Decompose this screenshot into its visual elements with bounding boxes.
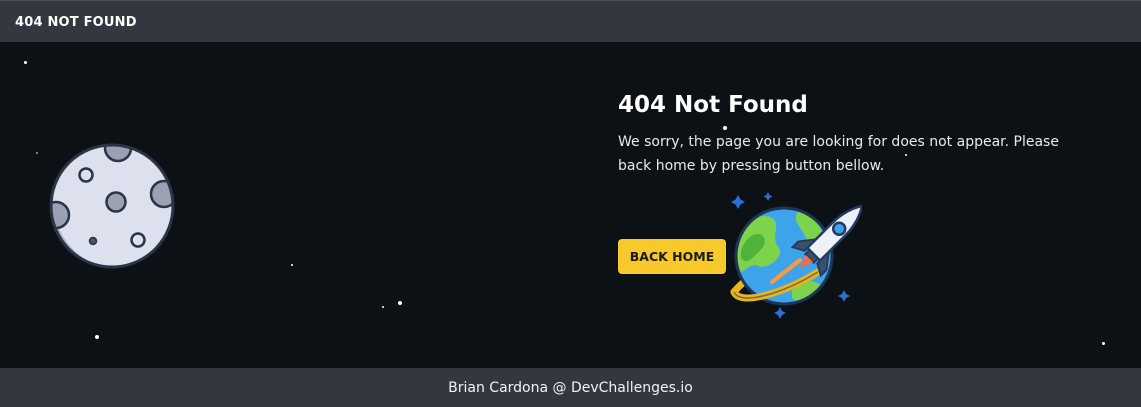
main-content: 404 Not Found We sorry, the page you are… [0, 42, 1141, 368]
star [36, 152, 38, 154]
footer: Brian Cardona @ DevChallenges.io [0, 368, 1141, 407]
star [398, 301, 402, 305]
error-heading: 404 Not Found [618, 92, 808, 118]
star [382, 306, 384, 308]
error-message: We sorry, the page you are looking for d… [618, 134, 1059, 174]
moon-icon [49, 143, 175, 269]
back-home-button[interactable]: BACK HOME [618, 239, 726, 274]
star [1102, 342, 1105, 345]
star [95, 335, 99, 339]
top-bar: 404 NOT FOUND [0, 0, 1141, 42]
planet-rocket-icon [730, 192, 862, 319]
star [24, 61, 27, 64]
page-title: 404 NOT FOUND [15, 15, 137, 30]
star [291, 264, 293, 266]
footer-credit: Brian Cardona @ DevChallenges.io [448, 379, 693, 396]
